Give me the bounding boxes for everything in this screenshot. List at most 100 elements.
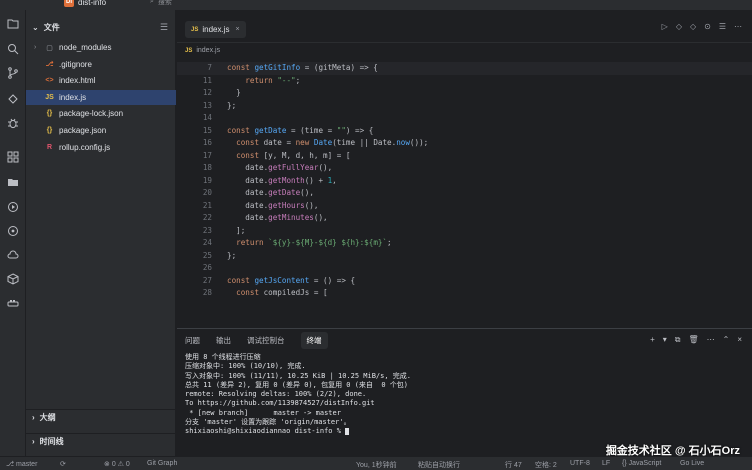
problems-status[interactable]: ⊗ 0 ⚠ 0: [104, 460, 130, 468]
project-badge: DI: [64, 0, 74, 7]
activity-bar: [0, 10, 26, 456]
branch-status[interactable]: ⎇ master: [6, 460, 37, 468]
panel-action-icon[interactable]: 🗑: [688, 335, 698, 345]
breadcrumb[interactable]: JS index.js: [177, 44, 752, 57]
run-icon[interactable]: [6, 200, 19, 213]
editor-action-icon[interactable]: ⋯: [734, 22, 742, 31]
debug-icon[interactable]: [6, 116, 19, 129]
cursor-position[interactable]: 行 47: [505, 460, 522, 470]
panel-tab[interactable]: 问题: [185, 335, 200, 346]
code-line: 16 const date = new Date(time || Date.no…: [177, 137, 752, 150]
code-line: 14: [177, 112, 752, 125]
line-number: 7: [207, 63, 212, 72]
terminal-line: 总共 11 (差异 2), 复用 0 (差异 0), 包复用 0 (来自 0 个…: [185, 380, 409, 389]
extensions-icon[interactable]: [6, 150, 19, 163]
outline-section[interactable]: › 大纲: [26, 409, 176, 424]
panel-action-icon[interactable]: ⋯: [707, 335, 715, 345]
js-icon: JS: [191, 26, 199, 33]
terminal-line: remote: Resolving deltas: 100% (2/2), do…: [185, 390, 367, 399]
line-content: date.getMonth() + 1,: [227, 175, 337, 185]
file-item[interactable]: {} package.json: [26, 123, 176, 138]
panel-action-icon[interactable]: ×: [737, 335, 742, 345]
file-item[interactable]: {} package-lock.json: [26, 106, 176, 121]
panel-action-icon[interactable]: ⧉: [675, 335, 681, 345]
file-item[interactable]: › ▢ node_modules: [26, 40, 176, 55]
git-graph-button[interactable]: Git Graph: [147, 460, 177, 467]
bottom-panel: 问题 输出 调试控制台 终端 + ▾ ⧉ 🗑 ⋯ ⌃ × 使用 8 个线程进行压缩 压缩对象中: 1…: [177, 328, 752, 456]
code-line: 26: [177, 262, 752, 275]
file-item[interactable]: <> index.html: [26, 73, 176, 88]
line-content: };: [227, 250, 237, 260]
explorer-title: 文件: [43, 22, 60, 32]
line-content: const [y, M, d, h, m] = [: [236, 150, 351, 160]
terminal-output[interactable]: 使用 8 个线程进行压缩 压缩对象中: 100% (10/10), 完成. 写入对象…: [185, 353, 745, 437]
blame-status[interactable]: You, 1秒钟前: [356, 460, 397, 470]
folder-icon[interactable]: [6, 175, 19, 188]
rollup-icon: R: [46, 143, 53, 151]
go-live-button[interactable]: Go Live: [680, 460, 704, 467]
line-number: 27: [202, 275, 212, 285]
package-icon[interactable]: [6, 272, 19, 285]
line-content: const getGitInfo = (gitMeta) => {: [227, 63, 378, 72]
editor-action-icon[interactable]: ◇: [676, 22, 682, 31]
tab-index-js[interactable]: JS index.js ×: [185, 21, 246, 38]
code-line: 20 date.getDate(),: [177, 187, 752, 200]
autowrap-status[interactable]: 粘贴自动换行: [418, 460, 460, 470]
line-number: 28: [202, 288, 212, 297]
line-number: 14: [202, 113, 212, 122]
git-lens-icon[interactable]: [6, 224, 19, 237]
cloud-icon[interactable]: [6, 248, 19, 261]
line-content: const getJsContent = () => {: [227, 275, 356, 285]
terminal-line: 分支 'master' 设置为跟踪 'origin/master'。: [185, 418, 351, 427]
search-label: 搜索: [157, 0, 172, 6]
file-name: index.html: [59, 76, 96, 86]
editor-action-icon[interactable]: ☰: [719, 22, 726, 31]
project-switcher[interactable]: DI dist-info: [64, 0, 106, 7]
code-line: 23 ];: [177, 225, 752, 238]
panel-tab[interactable]: 终端: [300, 331, 328, 349]
timeline-section[interactable]: › 时间线: [26, 433, 176, 448]
panel-action-icon[interactable]: +: [650, 335, 655, 345]
eol-status[interactable]: LF: [602, 460, 610, 467]
outline-label: 大纲: [39, 412, 56, 422]
source-control-icon[interactable]: [6, 66, 19, 79]
code-line: 25};: [177, 250, 752, 263]
language-status[interactable]: {} JavaScript: [622, 460, 661, 467]
docker-icon[interactable]: [6, 296, 19, 309]
file-item[interactable]: Rrollup.config.js: [26, 140, 176, 155]
code-editor[interactable]: 7 const getGitInfo = (gitMeta) => { 11 ret…: [177, 62, 752, 300]
status-bar: ⎇ master ⟳ ⊗ 0 ⚠ 0 Git Graph You, 1秒钟前 粘…: [0, 456, 752, 470]
panel-action-icon[interactable]: ⌃: [723, 335, 730, 345]
remote-icon[interactable]: [6, 92, 19, 105]
project-icon[interactable]: [6, 16, 19, 29]
code-line: 27 const getJsContent = () => {: [177, 275, 752, 288]
editor-action-icon[interactable]: ◇: [690, 22, 696, 31]
menu-icon[interactable]: ☰: [160, 22, 168, 33]
terminal-line: 写入对象中: 100% (11/11), 10.25 KiB | 10.25 M…: [185, 371, 412, 380]
file-name: index.js: [59, 92, 87, 102]
folder-icon: ▢: [46, 44, 53, 52]
editor-actions: ▷ ◇ ◇ ⊙ ☰ ⋯: [662, 22, 742, 31]
file-name: node_modules: [59, 43, 112, 52]
close-icon[interactable]: ×: [235, 26, 239, 33]
file-item[interactable]: JS index.js: [26, 89, 176, 105]
code-line: 19 date.getMonth() + 1,: [177, 175, 752, 188]
line-content: const date = new Date(time || Date.now()…: [236, 138, 429, 147]
editor-tabbar: JS index.js × ▷ ◇ ◇ ⊙ ☰ ⋯: [177, 10, 752, 43]
code-line: 11 return "--";: [177, 75, 752, 88]
line-number: 13: [202, 100, 212, 110]
project-name: dist-info: [78, 0, 107, 7]
sync-icon[interactable]: ⟳: [60, 460, 66, 468]
line-content: ];: [227, 225, 246, 235]
editor-action-icon[interactable]: ⊙: [704, 22, 711, 31]
editor-action-icon[interactable]: ▷: [662, 22, 668, 31]
panel-tab[interactable]: 输出: [216, 335, 231, 346]
panel-tab[interactable]: 调试控制台: [247, 335, 285, 346]
search-icon[interactable]: [6, 42, 19, 55]
file-item[interactable]: ⎇ .gitignore: [26, 57, 176, 72]
panel-action-icon[interactable]: ▾: [663, 335, 667, 345]
encoding-status[interactable]: UTF-8: [570, 460, 590, 467]
indent-status[interactable]: 空格: 2: [535, 460, 557, 470]
explorer-header[interactable]: ⌄ 文件 ☰: [26, 20, 176, 34]
command-search[interactable]: ⌕ 搜索: [150, 0, 172, 7]
